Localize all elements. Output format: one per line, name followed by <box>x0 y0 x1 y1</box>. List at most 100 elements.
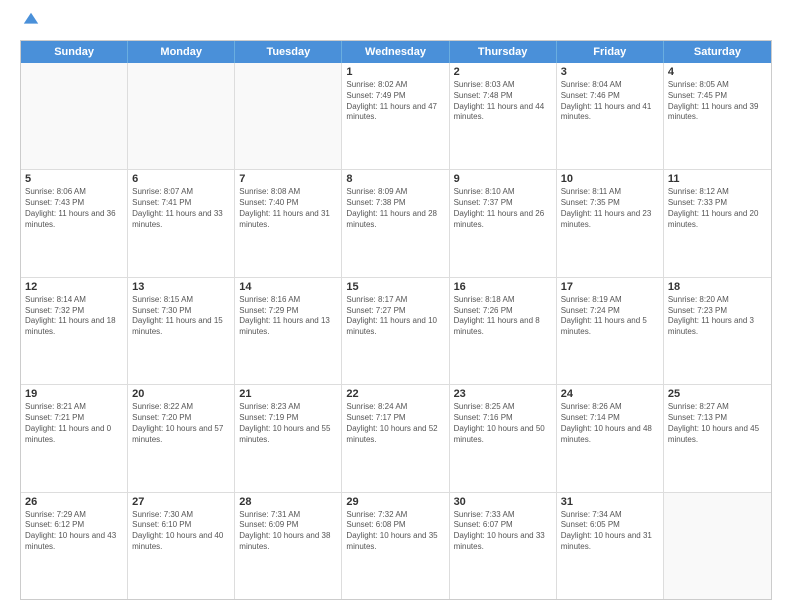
day-info: Sunrise: 7:33 AM Sunset: 6:07 PM Dayligh… <box>454 510 552 553</box>
day-info: Sunrise: 8:25 AM Sunset: 7:16 PM Dayligh… <box>454 402 552 445</box>
calendar-cell <box>21 63 128 169</box>
day-info: Sunrise: 7:32 AM Sunset: 6:08 PM Dayligh… <box>346 510 444 553</box>
day-info: Sunrise: 8:08 AM Sunset: 7:40 PM Dayligh… <box>239 187 337 230</box>
day-number: 31 <box>561 496 659 508</box>
day-number: 27 <box>132 496 230 508</box>
calendar-cell: 25Sunrise: 8:27 AM Sunset: 7:13 PM Dayli… <box>664 385 771 491</box>
day-info: Sunrise: 8:24 AM Sunset: 7:17 PM Dayligh… <box>346 402 444 445</box>
calendar-cell: 19Sunrise: 8:21 AM Sunset: 7:21 PM Dayli… <box>21 385 128 491</box>
day-number: 10 <box>561 173 659 185</box>
day-info: Sunrise: 8:19 AM Sunset: 7:24 PM Dayligh… <box>561 295 659 338</box>
day-number: 18 <box>668 281 767 293</box>
day-number: 13 <box>132 281 230 293</box>
day-info: Sunrise: 8:16 AM Sunset: 7:29 PM Dayligh… <box>239 295 337 338</box>
day-number: 30 <box>454 496 552 508</box>
day-info: Sunrise: 8:12 AM Sunset: 7:33 PM Dayligh… <box>668 187 767 230</box>
calendar-cell: 21Sunrise: 8:23 AM Sunset: 7:19 PM Dayli… <box>235 385 342 491</box>
day-info: Sunrise: 7:34 AM Sunset: 6:05 PM Dayligh… <box>561 510 659 553</box>
day-info: Sunrise: 8:14 AM Sunset: 7:32 PM Dayligh… <box>25 295 123 338</box>
day-number: 20 <box>132 388 230 400</box>
day-number: 26 <box>25 496 123 508</box>
day-number: 28 <box>239 496 337 508</box>
calendar-cell: 10 Sunrise: 8:11 AM Sunset: 7:35 PM Dayli… <box>557 170 664 276</box>
header-day-sunday: Sunday <box>21 41 128 63</box>
header-day-thursday: Thursday <box>450 41 557 63</box>
day-number: 17 <box>561 281 659 293</box>
calendar-cell: 23 Sunrise: 8:25 AM Sunset: 7:16 PM Dayli… <box>450 385 557 491</box>
calendar-cell: 24 Sunrise: 8:26 AM Sunset: 7:14 PM Dayli… <box>557 385 664 491</box>
header-day-saturday: Saturday <box>664 41 771 63</box>
day-number: 21 <box>239 388 337 400</box>
calendar-cell: 7 Sunrise: 8:08 AM Sunset: 7:40 PM Daylig… <box>235 170 342 276</box>
calendar: SundayMondayTuesdayWednesdayThursdayFrid… <box>20 40 772 600</box>
calendar-cell: 20 Sunrise: 8:22 AM Sunset: 7:20 PM Dayli… <box>128 385 235 491</box>
calendar-cell: 11 Sunrise: 8:12 AM Sunset: 7:33 PM Dayli… <box>664 170 771 276</box>
day-info: Sunrise: 8:05 AM Sunset: 7:45 PM Dayligh… <box>668 80 767 123</box>
day-number: 15 <box>346 281 444 293</box>
calendar-header: SundayMondayTuesdayWednesdayThursdayFrid… <box>21 41 771 63</box>
calendar-cell: 31 Sunrise: 7:34 AM Sunset: 6:05 PM Dayli… <box>557 493 664 599</box>
calendar-body: 1Sunrise: 8:02 AM Sunset: 7:49 PM Daylig… <box>21 63 771 599</box>
calendar-cell: 29 Sunrise: 7:32 AM Sunset: 6:08 PM Dayli… <box>342 493 449 599</box>
calendar-cell <box>664 493 771 599</box>
header-day-monday: Monday <box>128 41 235 63</box>
day-number: 11 <box>668 173 767 185</box>
calendar-cell: 30 Sunrise: 7:33 AM Sunset: 6:07 PM Dayli… <box>450 493 557 599</box>
calendar-cell <box>128 63 235 169</box>
calendar-cell: 15 Sunrise: 8:17 AM Sunset: 7:27 PM Dayli… <box>342 278 449 384</box>
logo <box>20 16 40 34</box>
day-number: 29 <box>346 496 444 508</box>
day-info: Sunrise: 8:11 AM Sunset: 7:35 PM Dayligh… <box>561 187 659 230</box>
day-info: Sunrise: 7:30 AM Sunset: 6:10 PM Dayligh… <box>132 510 230 553</box>
calendar-cell: 14 Sunrise: 8:16 AM Sunset: 7:29 PM Dayli… <box>235 278 342 384</box>
calendar-cell: 17 Sunrise: 8:19 AM Sunset: 7:24 PM Dayli… <box>557 278 664 384</box>
day-number: 3 <box>561 66 659 78</box>
calendar-cell: 12 Sunrise: 8:14 AM Sunset: 7:32 PM Dayli… <box>21 278 128 384</box>
calendar-cell: 6Sunrise: 8:07 AM Sunset: 7:41 PM Daylig… <box>128 170 235 276</box>
day-info: Sunrise: 8:18 AM Sunset: 7:26 PM Dayligh… <box>454 295 552 338</box>
calendar-cell: 13 Sunrise: 8:15 AM Sunset: 7:30 PM Dayli… <box>128 278 235 384</box>
day-number: 23 <box>454 388 552 400</box>
calendar-row-1: 5 Sunrise: 8:06 AM Sunset: 7:43 PM Daylig… <box>21 169 771 276</box>
day-info: Sunrise: 8:17 AM Sunset: 7:27 PM Dayligh… <box>346 295 444 338</box>
day-number: 9 <box>454 173 552 185</box>
logo-icon <box>22 11 40 29</box>
day-number: 2 <box>454 66 552 78</box>
calendar-cell: 28 Sunrise: 7:31 AM Sunset: 6:09 PM Dayli… <box>235 493 342 599</box>
day-number: 22 <box>346 388 444 400</box>
day-info: Sunrise: 8:20 AM Sunset: 7:23 PM Dayligh… <box>668 295 767 338</box>
calendar-cell: 5 Sunrise: 8:06 AM Sunset: 7:43 PM Daylig… <box>21 170 128 276</box>
day-number: 5 <box>25 173 123 185</box>
day-number: 24 <box>561 388 659 400</box>
day-number: 1 <box>346 66 444 78</box>
calendar-cell: 26Sunrise: 7:29 AM Sunset: 6:12 PM Dayli… <box>21 493 128 599</box>
day-info: Sunrise: 8:27 AM Sunset: 7:13 PM Dayligh… <box>668 402 767 445</box>
day-info: Sunrise: 8:15 AM Sunset: 7:30 PM Dayligh… <box>132 295 230 338</box>
day-info: Sunrise: 8:03 AM Sunset: 7:48 PM Dayligh… <box>454 80 552 123</box>
calendar-cell: 22 Sunrise: 8:24 AM Sunset: 7:17 PM Dayli… <box>342 385 449 491</box>
header-day-tuesday: Tuesday <box>235 41 342 63</box>
calendar-row-3: 19Sunrise: 8:21 AM Sunset: 7:21 PM Dayli… <box>21 384 771 491</box>
day-info: Sunrise: 8:06 AM Sunset: 7:43 PM Dayligh… <box>25 187 123 230</box>
day-info: Sunrise: 8:07 AM Sunset: 7:41 PM Dayligh… <box>132 187 230 230</box>
day-number: 12 <box>25 281 123 293</box>
calendar-row-2: 12 Sunrise: 8:14 AM Sunset: 7:32 PM Dayli… <box>21 277 771 384</box>
day-info: Sunrise: 8:22 AM Sunset: 7:20 PM Dayligh… <box>132 402 230 445</box>
header <box>20 16 772 34</box>
calendar-cell: 3Sunrise: 8:04 AM Sunset: 7:46 PM Daylig… <box>557 63 664 169</box>
day-info: Sunrise: 8:26 AM Sunset: 7:14 PM Dayligh… <box>561 402 659 445</box>
calendar-row-4: 26Sunrise: 7:29 AM Sunset: 6:12 PM Dayli… <box>21 492 771 599</box>
day-number: 7 <box>239 173 337 185</box>
calendar-cell: 18 Sunrise: 8:20 AM Sunset: 7:23 PM Dayli… <box>664 278 771 384</box>
page: SundayMondayTuesdayWednesdayThursdayFrid… <box>0 0 792 612</box>
calendar-cell <box>235 63 342 169</box>
calendar-row-0: 1Sunrise: 8:02 AM Sunset: 7:49 PM Daylig… <box>21 63 771 169</box>
calendar-cell: 27 Sunrise: 7:30 AM Sunset: 6:10 PM Dayli… <box>128 493 235 599</box>
day-info: Sunrise: 7:31 AM Sunset: 6:09 PM Dayligh… <box>239 510 337 553</box>
calendar-cell: 8Sunrise: 8:09 AM Sunset: 7:38 PM Daylig… <box>342 170 449 276</box>
day-info: Sunrise: 8:09 AM Sunset: 7:38 PM Dayligh… <box>346 187 444 230</box>
calendar-cell: 2 Sunrise: 8:03 AM Sunset: 7:48 PM Daylig… <box>450 63 557 169</box>
calendar-cell: 1Sunrise: 8:02 AM Sunset: 7:49 PM Daylig… <box>342 63 449 169</box>
day-number: 14 <box>239 281 337 293</box>
header-day-friday: Friday <box>557 41 664 63</box>
